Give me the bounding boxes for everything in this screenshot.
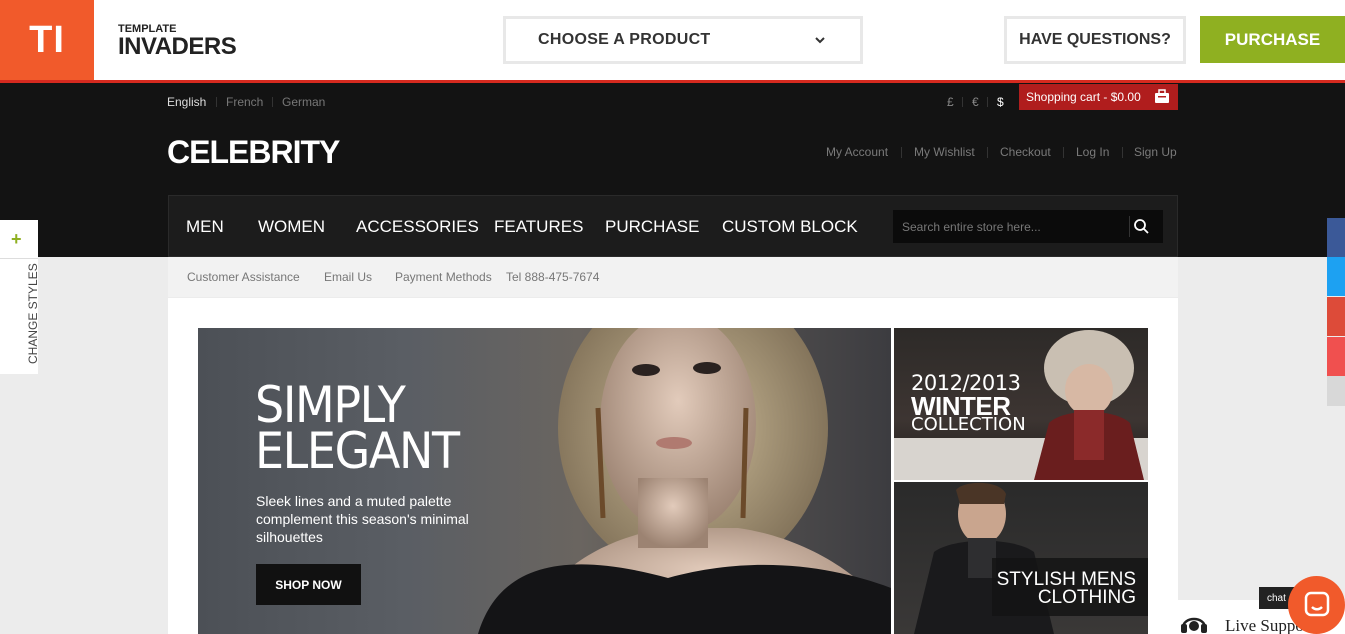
language-german[interactable]: German bbox=[282, 95, 325, 109]
shopping-cart-label: Shopping cart - $0.00 bbox=[1026, 90, 1141, 104]
google-plus-icon[interactable] bbox=[1327, 297, 1345, 336]
shopping-bag-icon bbox=[1155, 89, 1169, 103]
phone-number: Tel 888-475-7674 bbox=[506, 270, 600, 284]
nav-accessories[interactable]: ACCESSORIES bbox=[356, 217, 479, 237]
search-divider bbox=[1129, 216, 1130, 237]
hero-title-line-2: ELEGANT bbox=[255, 422, 460, 480]
customer-assistance-link[interactable]: Customer Assistance bbox=[187, 270, 300, 284]
nav-custom-block[interactable]: CUSTOM BLOCK bbox=[722, 217, 858, 237]
language-divider bbox=[272, 97, 273, 107]
currency-divider bbox=[962, 97, 963, 107]
choose-product-label: CHOOSE A PRODUCT bbox=[538, 31, 711, 48]
account-divider bbox=[901, 147, 902, 158]
store-search bbox=[893, 210, 1163, 243]
purchase-button[interactable]: PURCHASE bbox=[1200, 16, 1345, 63]
plus-icon[interactable]: + bbox=[11, 229, 22, 250]
search-input[interactable] bbox=[893, 210, 1129, 243]
hero-subtitle: Sleek lines and a muted palette compleme… bbox=[256, 493, 469, 545]
account-divider bbox=[1063, 147, 1064, 158]
search-icon[interactable] bbox=[1133, 218, 1150, 235]
account-divider bbox=[1122, 147, 1123, 158]
language-divider bbox=[216, 97, 217, 107]
my-account-link[interactable]: My Account bbox=[826, 145, 888, 159]
email-us-link[interactable]: Email Us bbox=[324, 270, 372, 284]
currency-eur[interactable]: € bbox=[972, 95, 979, 109]
have-questions-button[interactable]: HAVE QUESTIONS? bbox=[1004, 16, 1186, 64]
change-styles-divider bbox=[0, 258, 38, 259]
chevron-down-icon bbox=[815, 37, 825, 44]
shopping-cart-button[interactable]: Shopping cart - $0.00 bbox=[1019, 84, 1178, 110]
winter-collection-label: COLLECTION bbox=[911, 414, 1026, 435]
sign-up-link[interactable]: Sign Up bbox=[1134, 145, 1177, 159]
nav-features[interactable]: FEATURES bbox=[494, 217, 583, 237]
hero-title: SIMPLY ELEGANT bbox=[255, 380, 460, 480]
currency-gbp[interactable]: £ bbox=[947, 95, 954, 109]
facebook-icon[interactable] bbox=[1327, 218, 1345, 257]
language-english[interactable]: English bbox=[167, 95, 206, 109]
brand-big-text: INVADERS bbox=[118, 33, 237, 60]
chat-launcher-button[interactable] bbox=[1288, 576, 1345, 634]
mens-caption-line-2: CLOTHING bbox=[1037, 587, 1136, 608]
shop-now-button[interactable]: SHOP NOW bbox=[256, 564, 361, 605]
change-styles-panel[interactable]: + CHANGE STYLES bbox=[0, 220, 40, 374]
ti-logo[interactable]: TI bbox=[0, 0, 94, 80]
sub-links-bar bbox=[168, 257, 1178, 297]
chat-icon bbox=[1304, 591, 1330, 617]
more-share-icon[interactable] bbox=[1327, 376, 1345, 406]
headset-icon bbox=[1181, 617, 1207, 633]
payment-methods-link[interactable]: Payment Methods bbox=[395, 270, 492, 284]
account-divider bbox=[987, 147, 988, 158]
nav-men[interactable]: MEN bbox=[186, 217, 224, 237]
language-french[interactable]: French bbox=[226, 95, 263, 109]
currency-usd[interactable]: $ bbox=[997, 95, 1004, 109]
twitter-icon[interactable] bbox=[1327, 257, 1345, 296]
change-styles-label: CHANGE STYLES bbox=[26, 263, 40, 364]
template-invaders-brand[interactable]: TEMPLATE INVADERS bbox=[118, 24, 237, 60]
nav-purchase[interactable]: PURCHASE bbox=[605, 217, 699, 237]
choose-product-dropdown[interactable]: CHOOSE A PRODUCT bbox=[503, 16, 863, 64]
heart-icon[interactable] bbox=[1327, 337, 1345, 376]
log-in-link[interactable]: Log In bbox=[1076, 145, 1109, 159]
nav-women[interactable]: WOMEN bbox=[258, 217, 325, 237]
currency-divider bbox=[987, 97, 988, 107]
checkout-link[interactable]: Checkout bbox=[1000, 145, 1051, 159]
store-logo[interactable]: CELEBRITY bbox=[167, 134, 340, 171]
my-wishlist-link[interactable]: My Wishlist bbox=[914, 145, 975, 159]
